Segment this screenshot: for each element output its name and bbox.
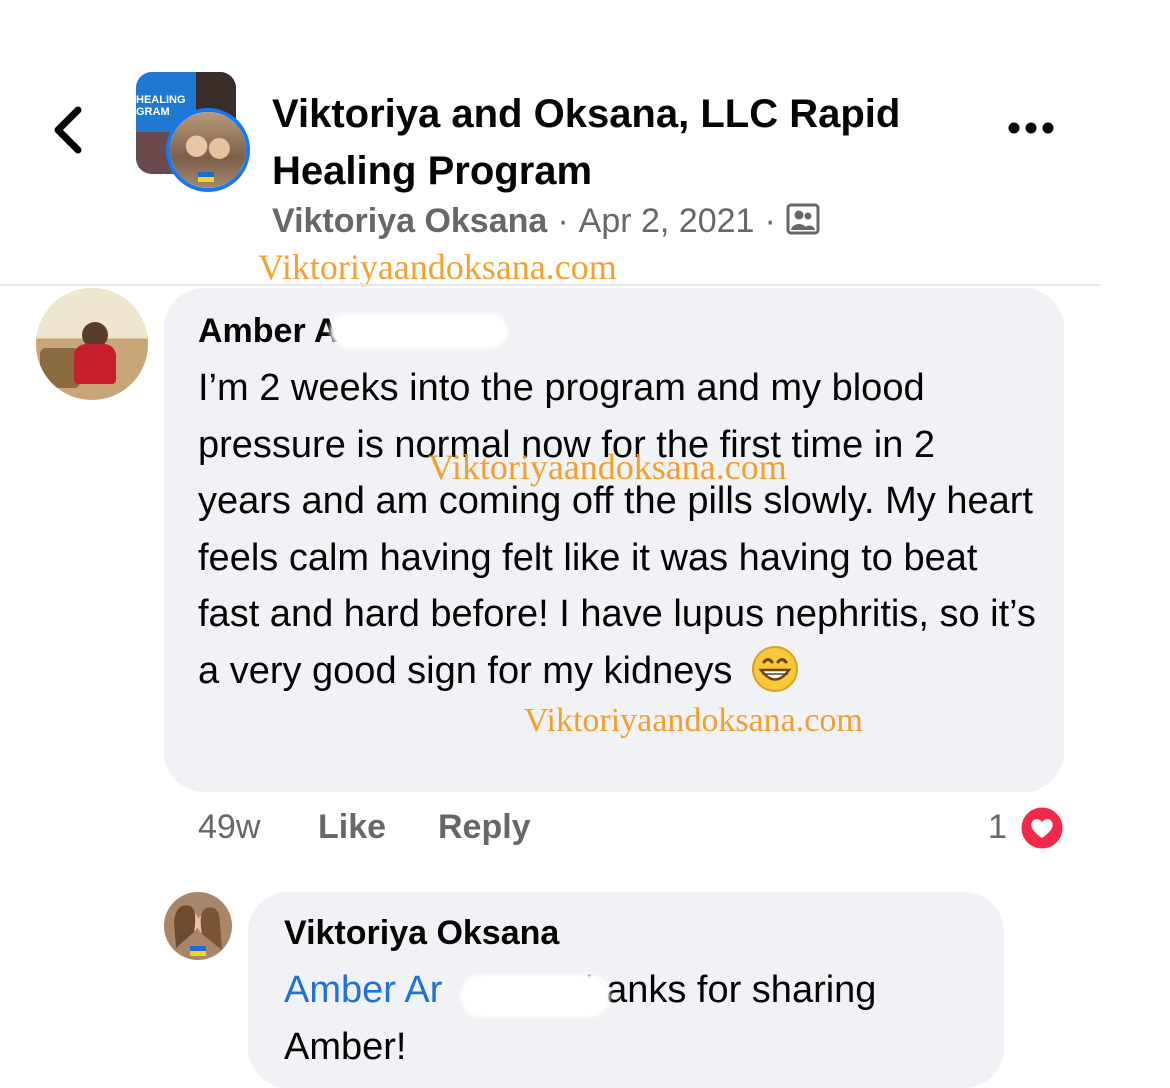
redaction-mark — [460, 974, 610, 1018]
group-avatar-text-2: GRAM — [136, 106, 170, 118]
redaction-mark — [330, 314, 508, 348]
commenter-avatar[interactable] — [36, 288, 148, 400]
group-title[interactable]: Viktoriya and Oksana, LLC Rapid Healing … — [272, 86, 972, 200]
members-privacy-icon — [786, 203, 820, 235]
back-chevron-icon[interactable] — [48, 100, 88, 160]
page-profile-avatar[interactable] — [166, 108, 250, 192]
watermark: Viktoriyaandoksana.com — [258, 247, 617, 287]
post-meta: Viktoriya Oksana · Apr 2, 2021 · — [272, 202, 820, 241]
comment-time[interactable]: 49w — [198, 808, 260, 847]
post-author[interactable]: Viktoriya Oksana — [272, 202, 547, 240]
post-date[interactable]: Apr 2, 2021 — [579, 202, 755, 240]
heart-icon[interactable] — [1018, 804, 1066, 852]
watermark: Viktoriyaandoksana.com — [524, 702, 863, 739]
meta-separator: · — [764, 202, 776, 240]
reply-author-name[interactable]: Viktoriya Oksana — [284, 914, 559, 953]
mention-link[interactable]: Amber Ar — [284, 969, 442, 1011]
comment-text: I’m 2 weeks into the program and my bloo… — [198, 360, 1038, 699]
reaction-count[interactable]: 1 — [988, 808, 1007, 847]
commenter-name[interactable]: Amber A — [198, 312, 338, 351]
group-avatar-text-1: HEALING — [136, 94, 186, 106]
reply-author-photo — [164, 892, 232, 960]
comment-body: I’m 2 weeks into the program and my bloo… — [198, 367, 1036, 692]
like-button[interactable]: Like — [318, 808, 386, 847]
meta-separator: · — [557, 202, 569, 240]
reply-button[interactable]: Reply — [438, 808, 531, 847]
more-options-icon[interactable] — [1006, 118, 1056, 138]
reply-author-avatar[interactable] — [164, 892, 232, 960]
reply-text: Amber Ar thanks for sharing Amber! — [284, 962, 984, 1075]
ukraine-flag-icon — [198, 172, 214, 182]
header-divider — [0, 284, 1100, 286]
grinning-face-icon — [751, 645, 798, 692]
watermark: Viktoriyaandoksana.com — [428, 447, 787, 487]
